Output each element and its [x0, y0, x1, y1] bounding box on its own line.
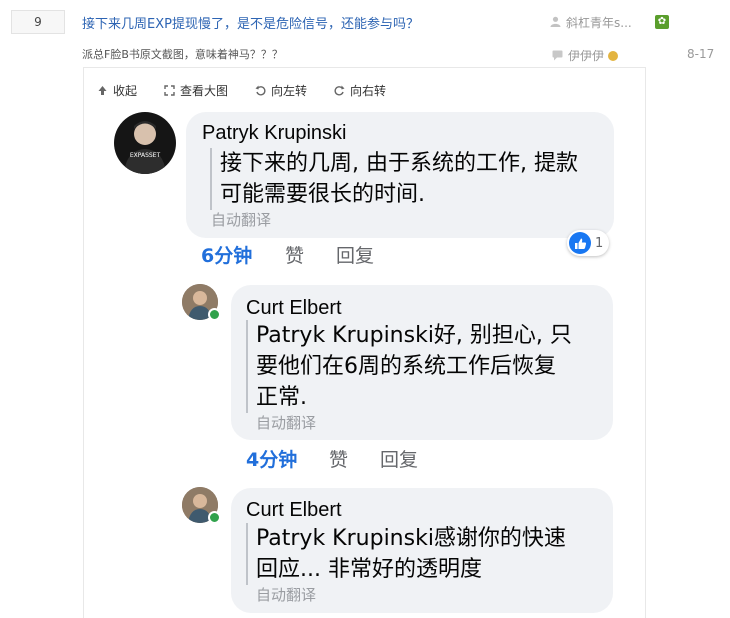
arrow-up-icon [98, 86, 107, 95]
comment-line: 可能需要很长的时间. [220, 182, 425, 207]
comment-line: Patryk Krupinski好, 别担心, 只 [256, 323, 572, 348]
coin-icon [608, 51, 618, 61]
last-replier-link[interactable]: 伊伊伊 [568, 47, 604, 64]
thumbs-up-icon [569, 232, 591, 254]
auto-translate-link[interactable]: 自动翻译 [256, 412, 316, 433]
rotate-right-label: 向右转 [350, 84, 387, 98]
comment-author[interactable]: Patryk Krupinski [202, 122, 347, 145]
comment-time[interactable]: 4分钟 [246, 445, 297, 472]
view-full-label: 查看大图 [180, 84, 229, 98]
user-icon [550, 16, 561, 27]
person-photo-icon [124, 121, 166, 174]
thread-summary: 派总F脸B书原文截图，意味着神马？？？ [82, 48, 283, 61]
auto-translate-link[interactable]: 自动翻译 [256, 584, 316, 605]
comment-text: 接下来的几周, 由于系统的工作, 提款 可能需要很长的时间. [210, 148, 578, 210]
comment-line: 接下来的几周, 由于系统的工作, 提款 [220, 151, 578, 176]
comment-line: 回应... 非常好的透明度 [256, 557, 482, 582]
collapse-label: 收起 [113, 84, 138, 98]
comment-time[interactable]: 6分钟 [201, 241, 252, 268]
auto-translate-link[interactable]: 自动翻译 [211, 209, 271, 230]
rotate-left-label: 向左转 [271, 84, 308, 98]
expand-icon [164, 85, 175, 96]
reply-button[interactable]: 回复 [380, 445, 418, 472]
comment-author[interactable]: Curt Elbert [246, 297, 342, 320]
image-viewer: 收起 查看大图 向左转 向右转 EXPASSET Patryk Krupinsk… [83, 67, 646, 618]
comment-line: 正常. [256, 385, 307, 410]
rotate-left-button[interactable]: 向左转 [255, 82, 307, 99]
online-status-icon [208, 308, 221, 321]
view-full-image-button[interactable]: 查看大图 [164, 82, 228, 99]
comment-line: Patryk Krupinski感谢你的快速 [256, 526, 566, 551]
thread-title-link[interactable]: 接下来几周EXP提现慢了，是不是危险信号，还能参与吗？ [82, 13, 419, 32]
online-status-icon [208, 511, 221, 524]
thread-date: 8-17 [687, 47, 715, 61]
like-button[interactable]: 赞 [329, 445, 348, 472]
comment-line: 要他们在6周的系统工作后恢复 [256, 354, 556, 379]
reaction-count-value: 1 [595, 235, 604, 251]
avatar-brand-text: EXPASSET [129, 152, 161, 159]
thread-author-link[interactable]: 斜杠青年s... [566, 14, 632, 31]
reaction-count[interactable]: 1 [567, 230, 610, 256]
collapse-button[interactable]: 收起 [97, 82, 137, 99]
rotate-right-button[interactable]: 向右转 [334, 82, 386, 99]
comment-icon [552, 50, 563, 61]
leaf-badge-icon: ✿ [655, 15, 669, 29]
comment-text: Patryk Krupinski好, 别担心, 只 要他们在6周的系统工作后恢复… [246, 320, 572, 413]
rotate-left-icon [255, 85, 266, 96]
rotate-right-icon [334, 85, 345, 96]
comment-text: Patryk Krupinski感谢你的快速 回应... 非常好的透明度 [246, 523, 566, 585]
reply-button[interactable]: 回复 [336, 241, 374, 268]
commenter-avatar[interactable]: EXPASSET [114, 112, 176, 174]
comment-author[interactable]: Curt Elbert [246, 499, 342, 522]
like-button[interactable]: 赞 [285, 241, 304, 268]
reply-count-badge: 9 [11, 10, 65, 34]
